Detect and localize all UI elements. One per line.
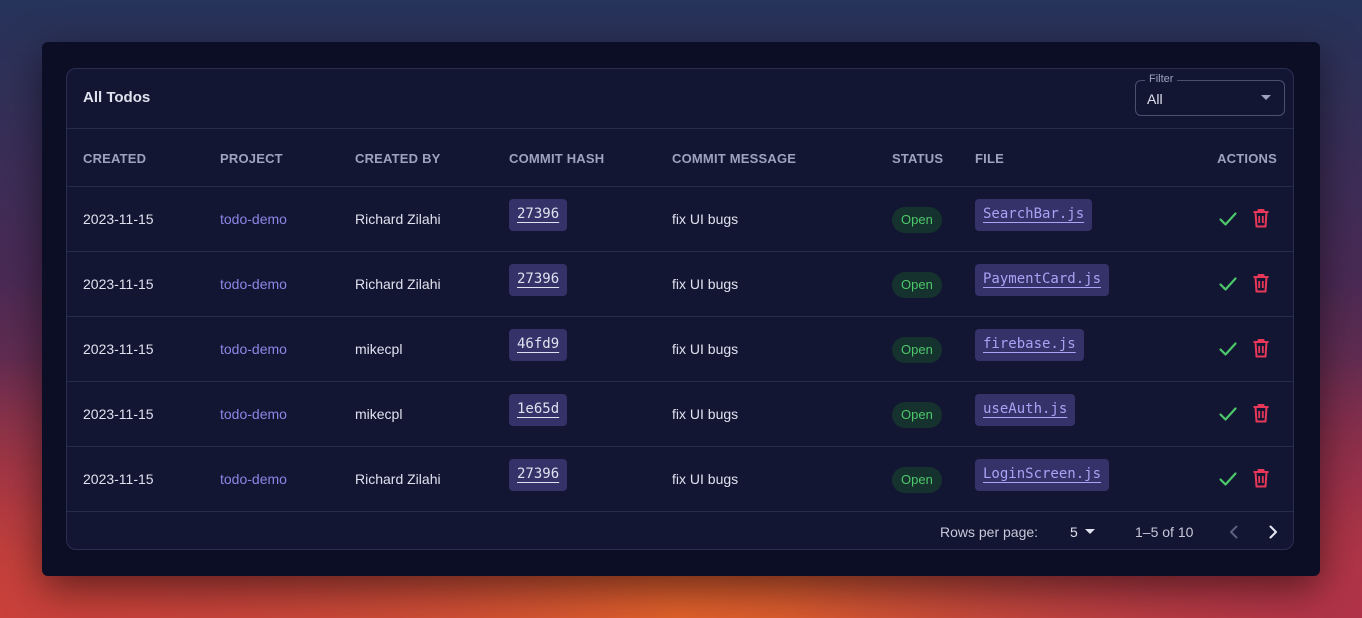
commit-hash-link[interactable]: 27396 (509, 459, 568, 491)
rows-per-page-select[interactable]: 5 (1070, 524, 1078, 540)
check-icon[interactable] (1218, 339, 1238, 359)
check-icon[interactable] (1218, 469, 1238, 489)
created-cell: 2023-11-15 (83, 471, 154, 487)
page-title: All Todos (83, 89, 151, 106)
column-header-actions: ACTIONS (1217, 151, 1277, 166)
file-link[interactable]: SearchBar.js (975, 199, 1093, 231)
file-link[interactable]: useAuth.js (975, 394, 1076, 426)
created-by-cell: mikecpl (355, 341, 403, 357)
commit-message-cell: fix UI bugs (672, 211, 739, 227)
project-link[interactable]: todo-demo (220, 276, 287, 292)
commit-hash-link[interactable]: 27396 (509, 264, 568, 296)
table-row: 2023-11-15 todo-demo Richard Zilahi 2739… (67, 187, 1293, 252)
project-link[interactable]: todo-demo (220, 471, 287, 487)
pagination-range: 1–5 of 10 (1135, 524, 1194, 540)
column-header-commit-message[interactable]: COMMIT MESSAGE (672, 151, 796, 166)
file-link[interactable]: firebase.js (975, 329, 1084, 361)
check-icon[interactable] (1218, 209, 1238, 229)
column-header-created[interactable]: CREATED (83, 151, 146, 166)
commit-message-cell: fix UI bugs (672, 406, 739, 422)
column-header-file[interactable]: FILE (975, 151, 1004, 166)
trash-icon[interactable] (1252, 403, 1270, 423)
card-header: All Todos Filter All (67, 69, 1293, 129)
table-row: 2023-11-15 todo-demo mikecpl 1e65d fix U… (67, 382, 1293, 447)
table-body: 2023-11-15 todo-demo Richard Zilahi 2739… (67, 187, 1293, 512)
commit-message-cell: fix UI bugs (672, 341, 739, 357)
project-link[interactable]: todo-demo (220, 211, 287, 227)
caret-down-icon[interactable] (1085, 529, 1095, 534)
column-header-created-by[interactable]: CREATED BY (355, 151, 441, 166)
column-header-project[interactable]: PROJECT (220, 151, 283, 166)
created-cell: 2023-11-15 (83, 276, 154, 292)
created-by-cell: Richard Zilahi (355, 211, 441, 227)
file-link[interactable]: PaymentCard.js (975, 264, 1110, 296)
chevron-left-icon[interactable] (1224, 522, 1244, 542)
project-link[interactable]: todo-demo (220, 341, 287, 357)
file-link[interactable]: LoginScreen.js (975, 459, 1110, 491)
created-cell: 2023-11-15 (83, 211, 154, 227)
commit-message-cell: fix UI bugs (672, 276, 739, 292)
todos-card: All Todos Filter All CREATED PROJECT CRE… (66, 68, 1294, 550)
table-row: 2023-11-15 todo-demo mikecpl 46fd9 fix U… (67, 317, 1293, 382)
chevron-right-icon[interactable] (1263, 522, 1283, 542)
filter-label: Filter (1145, 73, 1178, 85)
check-icon[interactable] (1218, 274, 1238, 294)
created-by-cell: mikecpl (355, 406, 403, 422)
status-badge: Open (892, 337, 942, 363)
trash-icon[interactable] (1252, 273, 1270, 293)
commit-hash-link[interactable]: 27396 (509, 199, 568, 231)
table-header: CREATED PROJECT CREATED BY COMMIT HASH C… (67, 129, 1293, 187)
table-row: 2023-11-15 todo-demo Richard Zilahi 2739… (67, 252, 1293, 317)
filter-value: All (1147, 91, 1163, 107)
commit-hash-link[interactable]: 1e65d (509, 394, 568, 426)
created-cell: 2023-11-15 (83, 406, 154, 422)
table-pagination: Rows per page: 5 1–5 of 10 (67, 512, 1293, 549)
status-badge: Open (892, 272, 942, 298)
trash-icon[interactable] (1252, 208, 1270, 228)
created-by-cell: Richard Zilahi (355, 471, 441, 487)
trash-icon[interactable] (1252, 338, 1270, 358)
status-badge: Open (892, 467, 942, 493)
trash-icon[interactable] (1252, 468, 1270, 488)
column-header-commit-hash[interactable]: COMMIT HASH (509, 151, 604, 166)
filter-select[interactable]: Filter All (1135, 73, 1285, 116)
caret-down-icon (1261, 95, 1271, 100)
check-icon[interactable] (1218, 404, 1238, 424)
status-badge: Open (892, 207, 942, 233)
project-link[interactable]: todo-demo (220, 406, 287, 422)
created-cell: 2023-11-15 (83, 341, 154, 357)
rows-per-page-label: Rows per page: (940, 524, 1039, 540)
commit-hash-link[interactable]: 46fd9 (509, 329, 568, 361)
created-by-cell: Richard Zilahi (355, 276, 441, 292)
column-header-status[interactable]: STATUS (892, 151, 943, 166)
app-window: All Todos Filter All CREATED PROJECT CRE… (42, 42, 1320, 576)
table-row: 2023-11-15 todo-demo Richard Zilahi 2739… (67, 447, 1293, 512)
commit-message-cell: fix UI bugs (672, 471, 739, 487)
status-badge: Open (892, 402, 942, 428)
